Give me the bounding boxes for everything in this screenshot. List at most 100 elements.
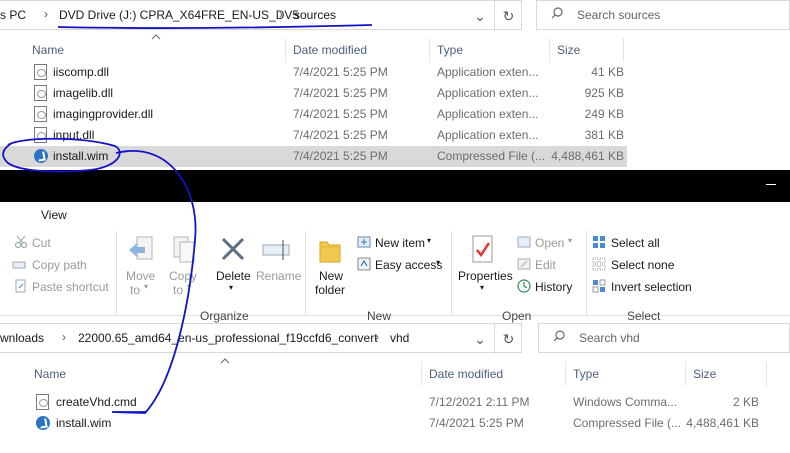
column-divider bbox=[623, 38, 624, 62]
column-header-date[interactable]: Date modified bbox=[429, 367, 503, 381]
dropdown-chevron-icon[interactable]: ⌄ bbox=[466, 1, 494, 31]
copy-path-button[interactable]: Copy path bbox=[32, 258, 87, 272]
dropdown-chevron-icon[interactable]: ⌄ bbox=[466, 324, 494, 354]
dll-file-icon bbox=[34, 106, 47, 122]
new-item-button[interactable]: New item bbox=[375, 236, 425, 250]
file-type: Compressed File (... bbox=[437, 149, 546, 163]
file-size: 381 KB bbox=[584, 128, 624, 142]
cut-button[interactable]: Cut bbox=[32, 236, 51, 250]
column-header-size[interactable]: Size bbox=[693, 367, 716, 381]
breadcrumb-convert-folder[interactable]: 22000.65_amd64_en-us_professional_f19ccf… bbox=[78, 331, 378, 345]
dll-file-icon bbox=[34, 85, 47, 101]
file-size: 41 KB bbox=[591, 65, 624, 79]
new-folder-icon bbox=[319, 241, 341, 263]
window-title-bar[interactable] bbox=[0, 170, 790, 202]
tab-view[interactable]: View bbox=[41, 208, 67, 222]
column-divider bbox=[766, 362, 767, 386]
address-bar-bottom[interactable]: wnloads › 22000.65_amd64_en-us_professio… bbox=[0, 323, 522, 354]
breadcrumb-downloads[interactable]: wnloads bbox=[0, 331, 44, 345]
dropdown-arrow-icon: ▾ bbox=[436, 258, 441, 267]
file-row[interactable]: imagingprovider.dll 7/4/2021 5:25 PM Appli… bbox=[0, 104, 627, 125]
refresh-icon[interactable]: ↻ bbox=[494, 324, 522, 354]
file-date: 7/4/2021 5:25 PM bbox=[293, 65, 388, 79]
dropdown-arrow-icon: ▾ bbox=[427, 236, 432, 245]
file-type: Compressed File (... bbox=[573, 416, 682, 430]
column-header-name[interactable]: Name bbox=[32, 43, 64, 57]
ribbon-tab-bar: View bbox=[0, 202, 790, 226]
properties-icon bbox=[472, 235, 493, 263]
select-all-icon bbox=[593, 236, 605, 248]
properties-button[interactable]: Properties bbox=[458, 269, 513, 283]
new-folder-button[interactable]: New bbox=[319, 269, 343, 283]
group-label-open: Open bbox=[502, 309, 532, 323]
file-size: 4,488,461 KB bbox=[551, 149, 624, 163]
column-divider bbox=[565, 362, 566, 386]
breadcrumb-sources[interactable]: sources bbox=[294, 8, 336, 22]
breadcrumb-this-pc[interactable]: s PC bbox=[0, 8, 26, 22]
file-type: Application exten... bbox=[437, 86, 539, 100]
group-label-select: Select bbox=[627, 309, 661, 323]
file-date: 7/4/2021 5:25 PM bbox=[429, 416, 524, 430]
file-size: 2 KB bbox=[732, 395, 759, 409]
edit-button[interactable]: Edit bbox=[535, 258, 556, 272]
file-name: iiscomp.dll bbox=[53, 65, 110, 79]
copy-to-button[interactable]: Copy bbox=[169, 269, 197, 283]
invert-selection-icon bbox=[592, 279, 606, 293]
paste-shortcut-icon bbox=[15, 279, 26, 293]
breadcrumb-separator-icon[interactable]: › bbox=[62, 330, 66, 344]
breadcrumb-dvd-drive[interactable]: DVD Drive (J:) CPRA_X64FRE_EN-US_DV5 bbox=[59, 8, 299, 22]
easy-access-button[interactable]: Easy access bbox=[375, 258, 442, 272]
file-type: Application exten... bbox=[437, 107, 539, 121]
cmd-file-icon bbox=[36, 394, 49, 410]
select-none-button[interactable]: Select none bbox=[611, 258, 674, 272]
column-header-date[interactable]: Date modified bbox=[293, 43, 367, 57]
column-header-type[interactable]: Type bbox=[573, 367, 599, 381]
file-date: 7/4/2021 5:25 PM bbox=[293, 86, 388, 100]
breadcrumb-separator-icon[interactable]: › bbox=[375, 330, 379, 344]
open-button[interactable]: Open bbox=[535, 236, 564, 250]
column-divider bbox=[685, 362, 686, 386]
sort-up-icon bbox=[151, 34, 161, 40]
select-none-icon bbox=[592, 257, 606, 271]
file-name: imagingprovider.dll bbox=[53, 107, 154, 121]
column-divider bbox=[549, 38, 550, 62]
file-date: 7/4/2021 5:25 PM bbox=[293, 128, 388, 142]
column-header-size[interactable]: Size bbox=[557, 43, 580, 57]
delete-x-icon bbox=[221, 237, 245, 261]
file-name: input.dll bbox=[53, 128, 95, 142]
breadcrumb-separator-icon[interactable]: › bbox=[44, 7, 48, 21]
history-button[interactable]: History bbox=[535, 280, 572, 294]
file-date: 7/12/2021 2:11 PM bbox=[429, 395, 530, 409]
address-bar-top[interactable]: s PC › DVD Drive (J:) CPRA_X64FRE_EN-US_… bbox=[0, 0, 522, 31]
column-header-type[interactable]: Type bbox=[437, 43, 463, 57]
move-to-button[interactable]: Move bbox=[126, 269, 155, 283]
refresh-icon[interactable]: ↻ bbox=[494, 1, 522, 31]
search-input-top[interactable]: Search sources bbox=[536, 0, 790, 30]
rename-icon bbox=[262, 240, 290, 260]
search-placeholder: Search sources bbox=[577, 8, 661, 22]
breadcrumb-vhd[interactable]: vhd bbox=[390, 331, 409, 345]
file-row[interactable]: install.wim 7/4/2021 5:25 PM Compressed Fi… bbox=[0, 146, 627, 167]
file-row[interactable]: createVhd.cmd 7/12/2021 2:11 PM Windows Co… bbox=[0, 392, 766, 413]
file-row[interactable]: input.dll 7/4/2021 5:25 PM Application ext… bbox=[0, 125, 627, 146]
file-row[interactable]: imagelib.dll 7/4/2021 5:25 PM Application … bbox=[0, 83, 627, 104]
rename-button[interactable]: Rename bbox=[256, 269, 301, 283]
file-name: install.wim bbox=[53, 149, 109, 163]
move-to-label-2: to bbox=[130, 283, 141, 297]
file-type: Windows Comma... bbox=[573, 395, 678, 409]
column-header-name[interactable]: Name bbox=[34, 367, 66, 381]
invert-selection-button[interactable]: Invert selection bbox=[611, 280, 692, 294]
paste-shortcut-button[interactable]: Paste shortcut bbox=[32, 280, 109, 294]
minimize-icon[interactable] bbox=[766, 184, 776, 185]
delete-button[interactable]: Delete bbox=[216, 269, 251, 283]
new-item-icon bbox=[357, 236, 371, 248]
open-icon bbox=[517, 236, 531, 248]
copy-to-icon bbox=[173, 236, 195, 263]
ribbon: Cut Copy path Paste shortcut Move to ▾ C… bbox=[0, 226, 790, 323]
file-row[interactable]: install.wim 7/4/2021 5:25 PM Compressed Fi… bbox=[0, 413, 766, 434]
search-input-bottom[interactable]: Search vhd bbox=[538, 323, 790, 353]
file-size: 249 KB bbox=[584, 107, 624, 121]
breadcrumb-separator-icon[interactable]: › bbox=[279, 7, 283, 21]
file-row[interactable]: iiscomp.dll 7/4/2021 5:25 PM Application e… bbox=[0, 62, 627, 83]
select-all-button[interactable]: Select all bbox=[611, 236, 660, 250]
